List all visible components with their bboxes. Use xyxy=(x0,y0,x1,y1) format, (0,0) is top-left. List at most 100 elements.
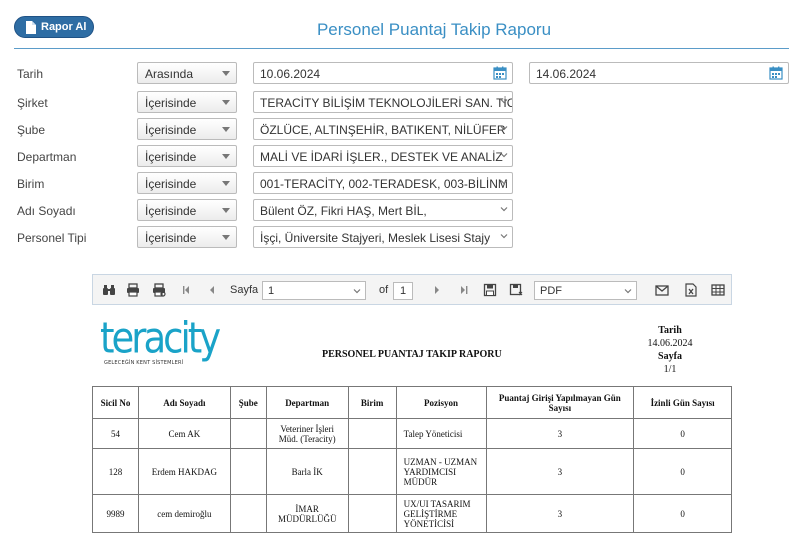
cell-sicil: 128 xyxy=(92,448,139,495)
filter-label: Departman xyxy=(17,150,77,164)
operator-select[interactable]: İçerisinde xyxy=(137,145,237,167)
operator-select[interactable]: İçerisinde xyxy=(137,172,237,194)
cell-missing-days: 3 xyxy=(485,418,635,449)
cell-position: UZMAN - UZMAN YARDIMCISI MÜDÜR xyxy=(395,448,487,495)
print-preview-icon[interactable] xyxy=(152,283,166,297)
operator-select[interactable]: İçerisinde xyxy=(137,226,237,248)
operator-select[interactable]: Arasında xyxy=(137,62,237,84)
export-excel-icon[interactable] xyxy=(684,283,698,297)
binoculars-icon[interactable] xyxy=(102,283,116,297)
next-page-icon[interactable] xyxy=(430,283,444,297)
report-title: PERSONEL PUANTAJ TAKIP RAPORU xyxy=(322,349,502,360)
cell-sicil: 9989 xyxy=(92,494,139,533)
cell-department: Veteriner İşleri Müd. (Teracity) xyxy=(265,418,349,449)
cell-name: Erdem HAKDAG xyxy=(137,448,231,495)
table-icon[interactable] xyxy=(711,283,725,297)
cell-sicil: 54 xyxy=(92,418,139,449)
operator-select[interactable]: İçerisinde xyxy=(137,91,237,113)
cell-leave-days: 0 xyxy=(633,494,732,533)
cell-name: cem demiroğlu xyxy=(137,494,231,533)
column-header: Pozisyon xyxy=(395,386,487,419)
cell-leave-days: 0 xyxy=(633,448,732,495)
filter-row-branch: Şube İçerisinde ÖZLÜCE, ALTINŞEHİR, BATI… xyxy=(0,118,808,140)
cell-leave-days: 0 xyxy=(633,418,732,449)
operator-select[interactable]: İçerisinde xyxy=(137,199,237,221)
cell-position: UX/UI TASARIM GELİŞTİRME YÖNETİCİSİ xyxy=(395,494,487,533)
column-header: Sicil No xyxy=(92,386,139,419)
filter-label: Tarih xyxy=(17,67,44,81)
filter-label: Şirket xyxy=(17,96,48,110)
table-header-row: Sicil No Adı Soyadı Şube Departman Birim… xyxy=(92,386,732,419)
filter-label: Şube xyxy=(17,123,46,137)
column-header: Şube xyxy=(229,386,267,419)
chevron-down-icon xyxy=(500,234,508,239)
caret-down-icon xyxy=(222,127,230,132)
email-icon[interactable] xyxy=(655,283,669,297)
table-row: 128 Erdem HAKDAG Barla İK UZMAN - UZMAN … xyxy=(92,448,732,495)
table-row: 9989 cem demiroğlu İMAR MÜDÜRLÜĞÜ UX/UI … xyxy=(92,494,732,533)
save-as-icon[interactable] xyxy=(509,283,523,297)
chevron-down-icon xyxy=(500,207,508,212)
caret-down-icon xyxy=(222,71,230,76)
report-toolbar: Sayfa 1 of 1 PDF xyxy=(92,274,732,305)
filter-label: Birim xyxy=(17,177,45,191)
cell-position: Talep Yöneticisi xyxy=(395,418,487,449)
cell-branch xyxy=(229,494,267,533)
branch-multiselect[interactable]: ÖZLÜCE, ALTINŞEHİR, BATIKENT, NİLÜFER xyxy=(253,118,513,140)
caret-down-icon xyxy=(222,154,230,159)
of-label: of xyxy=(379,284,389,296)
filter-row-date: Tarih Arasında 10.06.2024 14.06.2024 xyxy=(0,62,808,84)
save-icon[interactable] xyxy=(483,283,497,297)
cell-unit xyxy=(347,418,397,449)
unit-multiselect[interactable]: 001-TERACİTY, 002-TERADESK, 003-BİLİNM xyxy=(253,172,513,194)
date-to-field[interactable]: 14.06.2024 xyxy=(529,62,789,84)
page-select[interactable]: 1 xyxy=(262,281,366,300)
teracity-logo: teracity GELECEĞİN KENT SİSTEMLERİ xyxy=(100,313,221,366)
caret-down-icon xyxy=(222,208,230,213)
previous-page-icon[interactable] xyxy=(205,283,219,297)
calendar-icon[interactable] xyxy=(493,66,507,80)
operator-select[interactable]: İçerisinde xyxy=(137,118,237,140)
filter-row-department: Departman İçerisinde MALİ VE İDARİ İŞLER… xyxy=(0,145,808,167)
last-page-icon[interactable] xyxy=(457,283,471,297)
filter-row-name: Adı Soyadı İçerisinde Bülent ÖZ, Fikri H… xyxy=(0,199,808,221)
cell-missing-days: 3 xyxy=(485,448,635,495)
report-table: Sicil No Adı Soyadı Şube Departman Birim… xyxy=(92,386,732,533)
cell-branch xyxy=(229,448,267,495)
filter-row-unit: Birim İçerisinde 001-TERACİTY, 002-TERAD… xyxy=(0,172,808,194)
filter-label: Adı Soyadı xyxy=(17,204,76,218)
first-page-icon[interactable] xyxy=(179,283,193,297)
cell-branch xyxy=(229,418,267,449)
cell-department: İMAR MÜDÜRLÜĞÜ xyxy=(265,494,349,533)
name-multiselect[interactable]: Bülent ÖZ, Fikri HAŞ, Mert BİL, xyxy=(253,199,513,221)
personnel-type-multiselect[interactable]: İşçi, Üniversite Stajyeri, Meslek Lisesi… xyxy=(253,226,513,248)
caret-down-icon xyxy=(222,100,230,105)
column-header: Adı Soyadı xyxy=(137,386,231,419)
chevron-down-icon xyxy=(353,289,361,294)
chevron-down-icon xyxy=(624,289,632,294)
table-row: 54 Cem AK Veteriner İşleri Müd. (Teracit… xyxy=(92,418,732,449)
chevron-down-icon xyxy=(500,99,508,104)
column-header: İzinli Gün Sayısı xyxy=(633,386,732,419)
caret-down-icon xyxy=(222,235,230,240)
calendar-icon[interactable] xyxy=(769,66,783,80)
filter-row-company: Şirket İçerisinde TERACİTY BİLİŞİM TEKNO… xyxy=(0,91,808,113)
total-pages: 1 xyxy=(393,282,413,300)
export-format-select[interactable]: PDF xyxy=(534,281,637,300)
column-header: Departman xyxy=(265,386,349,419)
filter-label: Personel Tipi xyxy=(17,231,87,245)
cell-missing-days: 3 xyxy=(485,494,635,533)
department-multiselect[interactable]: MALİ VE İDARİ İŞLER., DESTEK VE ANALİZ xyxy=(253,145,513,167)
print-icon[interactable] xyxy=(126,283,140,297)
cell-department: Barla İK xyxy=(265,448,349,495)
date-from-field[interactable]: 10.06.2024 xyxy=(253,62,513,84)
cell-unit xyxy=(347,448,397,495)
report-viewer: Sayfa 1 of 1 PDF teracity GELECEĞİN KENT… xyxy=(92,274,732,550)
cell-name: Cem AK xyxy=(137,418,231,449)
chevron-down-icon xyxy=(500,126,508,131)
chevron-down-icon xyxy=(500,180,508,185)
column-header: Puantaj Girişi Yapılmayan Gün Sayısı xyxy=(485,386,635,419)
cell-unit xyxy=(347,494,397,533)
page-title: Personel Puantaj Takip Raporu xyxy=(316,20,552,39)
company-multiselect[interactable]: TERACİTY BİLİŞİM TEKNOLOJİLERİ SAN. TİC xyxy=(253,91,513,113)
